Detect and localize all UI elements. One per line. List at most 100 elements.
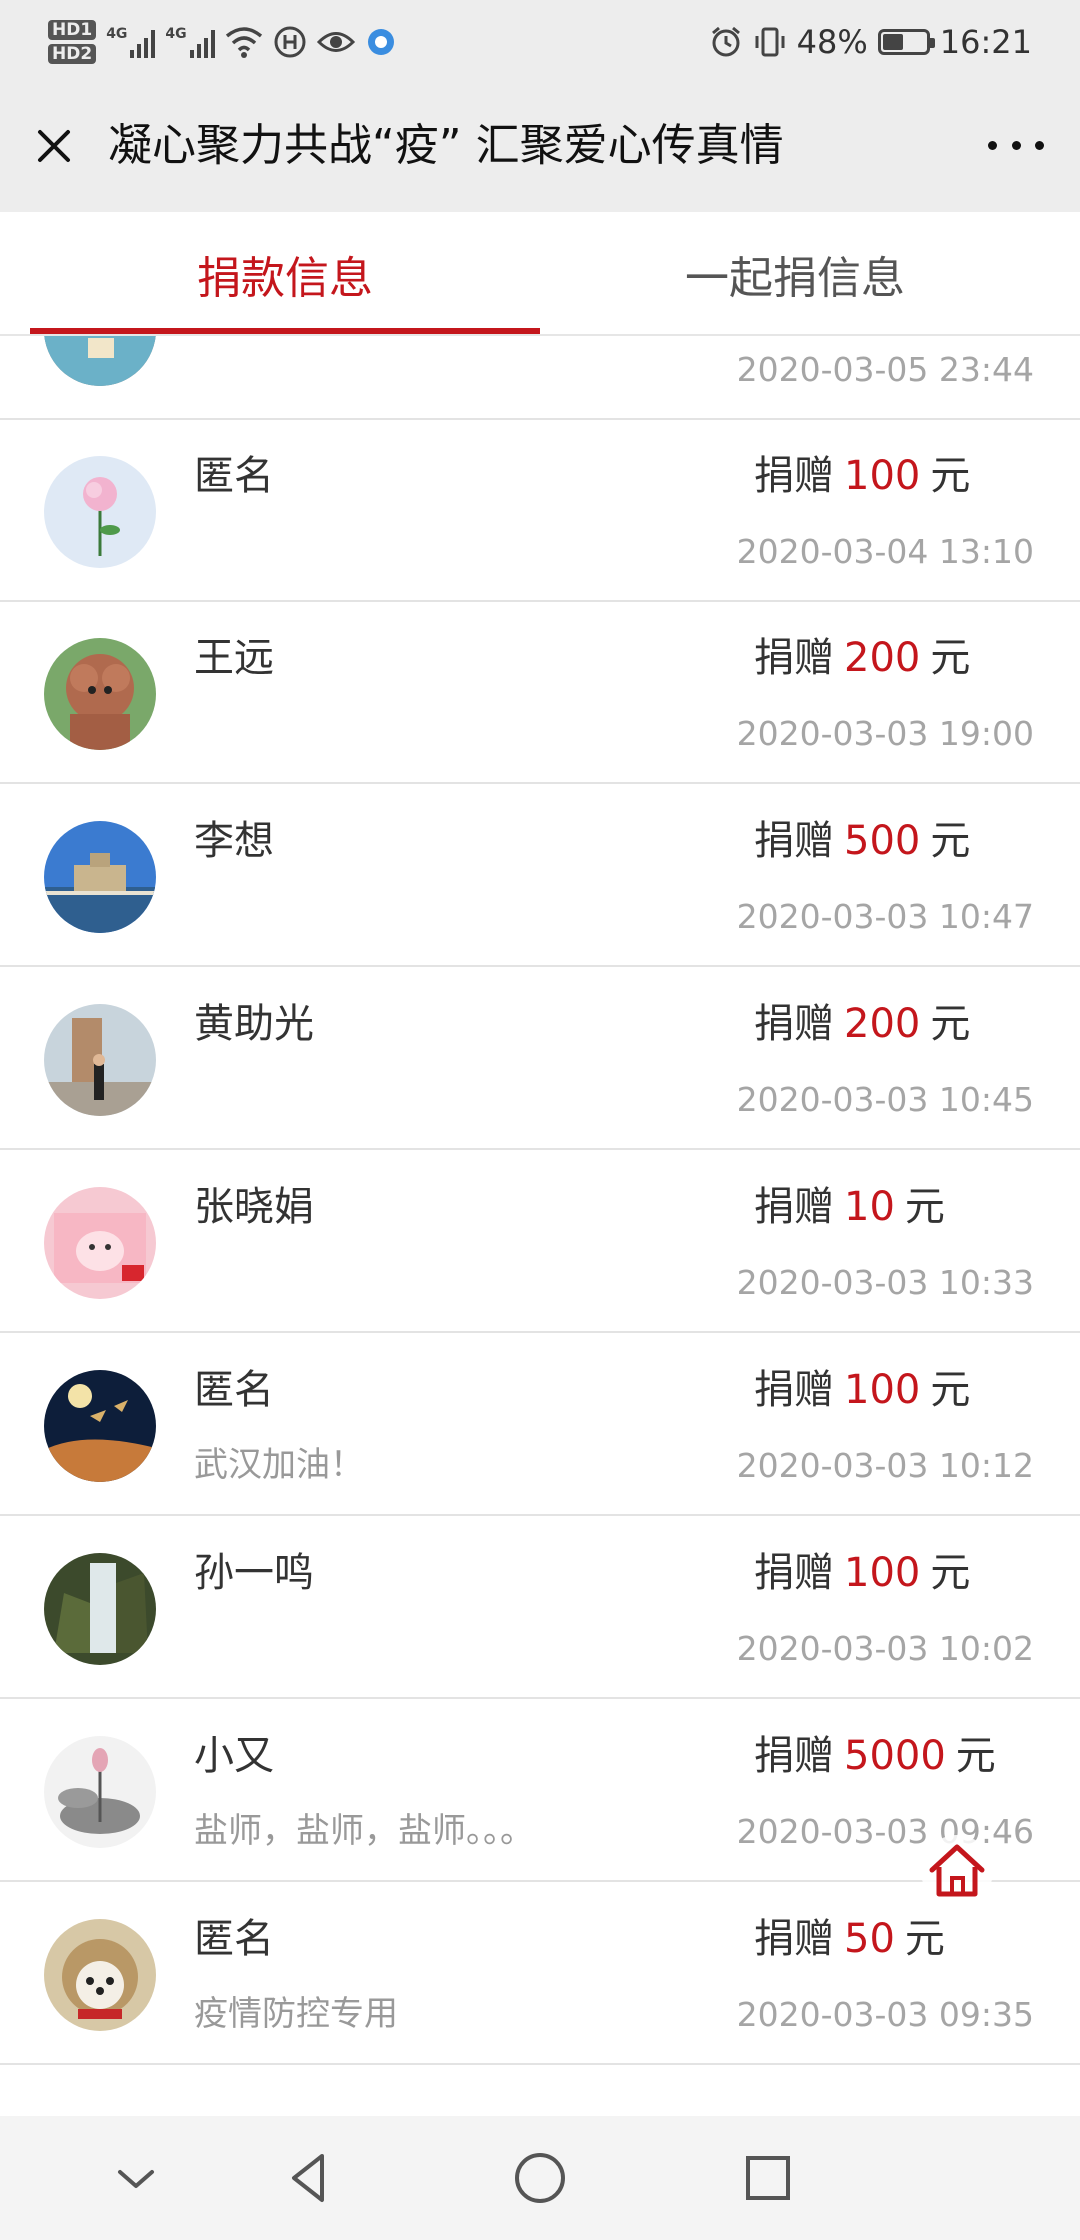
- amount-suffix: 元: [955, 1733, 996, 1779]
- donation-time: 2020-03-03 10:47: [736, 897, 1034, 936]
- amount-value: 500: [844, 818, 921, 864]
- donation-row[interactable]: 王远 捐赠 200 元 2020-03-03 19:00: [0, 602, 1080, 784]
- more-icon-dot: [1011, 140, 1021, 150]
- amount-suffix: 元: [930, 1367, 971, 1413]
- donor-message: 盐师，盐师，盐师。。。: [194, 1811, 534, 1851]
- avatar: [44, 1736, 156, 1848]
- donation-row[interactable]: 孙一鸣 捐赠 100 元 2020-03-03 10:02: [0, 1517, 1080, 1699]
- close-button[interactable]: [26, 118, 82, 174]
- donor-name: 李想: [194, 818, 274, 864]
- donation-row[interactable]: 匿名 捐赠 100 元 2020-03-04 13:10: [0, 420, 1080, 602]
- donation-time: 2020-03-04 13:10: [736, 532, 1034, 571]
- amount-value: 200: [844, 1001, 921, 1047]
- avatar: [44, 456, 156, 568]
- tab-group-donation-info[interactable]: 一起捐信息: [540, 212, 1050, 336]
- status-bar: HD1 HD2 4G 4G 48% 16:21: [0, 0, 1080, 80]
- donation-amount: 捐赠 10 元: [754, 1181, 945, 1233]
- donation-row[interactable]: 黄助光 捐赠 200 元 2020-03-03 10:45: [0, 968, 1080, 1150]
- amount-prefix: 捐赠: [754, 1733, 834, 1779]
- amount-prefix: 捐赠: [754, 1550, 834, 1596]
- more-icon-dot: [1035, 140, 1044, 150]
- donation-amount: 捐赠 500 元: [754, 815, 970, 867]
- donation-time: 2020-03-03 10:33: [736, 1263, 1034, 1302]
- nav-home-button[interactable]: [508, 2146, 572, 2210]
- donor-name: 匿名: [194, 1916, 274, 1962]
- chevron-down-icon: [118, 2170, 154, 2188]
- donor-message: 武汉加油！: [194, 1445, 364, 1485]
- donation-row[interactable]: 匿名武汉加油！ 捐赠 100 元 2020-03-03 10:12: [0, 1334, 1080, 1516]
- system-nav-bar: [0, 2116, 1080, 2240]
- signal-icon: 4G: [106, 26, 156, 58]
- clock: 16:21: [939, 23, 1032, 61]
- title-bar: 凝心聚力共战“疫” 汇聚爱心传真情: [0, 80, 1080, 212]
- nav-recents-button[interactable]: [736, 2146, 800, 2210]
- donation-row[interactable]: 李想 捐赠 500 元 2020-03-03 10:47: [0, 785, 1080, 967]
- donation-row[interactable]: 匿名疫情防控专用 捐赠 50 元 2020-03-03 09:35: [0, 1883, 1080, 2065]
- home-icon: [921, 1835, 993, 1907]
- amount-value: 100: [844, 1367, 921, 1413]
- home-circle-icon: [515, 2153, 565, 2203]
- donation-amount: 捐赠 100 元: [754, 450, 970, 502]
- avatar: [44, 1187, 156, 1299]
- status-right: 48% 16:21: [709, 14, 1032, 70]
- tab-bar: 捐款信息 一起捐信息: [0, 212, 1080, 336]
- amount-value: 100: [844, 453, 921, 499]
- home-button[interactable]: [920, 1834, 994, 1908]
- status-left: HD1 HD2 4G 4G: [48, 14, 397, 70]
- avatar: [44, 1004, 156, 1116]
- donor-name: 匿名: [194, 1367, 274, 1413]
- amount-prefix: 捐赠: [754, 453, 834, 499]
- amount-prefix: 捐赠: [754, 1184, 834, 1230]
- battery-icon: [877, 29, 935, 55]
- donation-time: 2020-03-03 09:35: [736, 1995, 1034, 2034]
- tab-donation-info[interactable]: 捐款信息: [30, 212, 540, 336]
- donation-time: 2020-03-03 10:12: [736, 1446, 1034, 1485]
- signal-icon-2: 4G: [165, 26, 215, 58]
- back-icon: [292, 2154, 324, 2202]
- more-icon-dot: [988, 140, 997, 150]
- amount-value: 100: [844, 1550, 921, 1596]
- page-title: 凝心聚力共战“疫” 汇聚爱心传真情: [108, 120, 784, 171]
- donor-name: 匿名: [194, 453, 274, 499]
- battery-level: [882, 34, 903, 50]
- tab-active-indicator: [30, 328, 540, 334]
- donation-row[interactable]: 张晓娟 捐赠 10 元 2020-03-03 10:33: [0, 1151, 1080, 1333]
- nav-back-button[interactable]: [278, 2146, 342, 2210]
- amount-suffix: 元: [930, 635, 971, 681]
- nav-collapse-button[interactable]: [104, 2146, 168, 2210]
- network-type-label: 4G: [106, 26, 128, 42]
- hd-voice-icon: [274, 26, 306, 58]
- browser-icon: [367, 29, 394, 55]
- donation-row[interactable]: 小又 盐师，盐师，盐师。。。 捐赠 5000 元 2020-03-03 09:46: [0, 1700, 1080, 1882]
- avatar: [44, 336, 156, 386]
- donor-name: 黄助光: [194, 1001, 314, 1047]
- eye-icon: [316, 32, 355, 52]
- amount-suffix: 元: [930, 453, 971, 499]
- amount-prefix: 捐赠: [754, 635, 834, 681]
- donation-row[interactable]: 盖书梅捐赠200元2020-03-05 23:44: [0, 336, 1080, 420]
- donor-name: 孙一鸣: [194, 1550, 314, 1596]
- wifi-icon: [225, 27, 262, 58]
- amount-prefix: 捐赠: [754, 1001, 834, 1047]
- donation-amount: 捐赠 5000 元: [754, 1730, 996, 1782]
- close-icon: [38, 130, 70, 162]
- donor-message: 疫情防控专用: [194, 1994, 398, 2034]
- network-type-label-2: 4G: [165, 26, 187, 42]
- donor-name: 小又: [194, 1733, 274, 1779]
- avatar: [44, 1919, 156, 2031]
- amount-suffix: 元: [904, 1916, 945, 1962]
- amount-suffix: 元: [930, 818, 971, 864]
- alarm-icon: [711, 26, 740, 57]
- donation-time: 2020-03-03 10:45: [736, 1080, 1034, 1119]
- amount-suffix: 元: [904, 1184, 945, 1230]
- donation-amount: 捐赠 100 元: [754, 1547, 970, 1599]
- donation-amount: 捐赠 200 元: [754, 998, 970, 1050]
- avatar: [44, 1553, 156, 1665]
- amount-prefix: 捐赠: [754, 1367, 834, 1413]
- more-button[interactable]: [988, 130, 1044, 160]
- avatar: [44, 638, 156, 750]
- amount-suffix: 元: [930, 1001, 971, 1047]
- donation-list[interactable]: 盖书梅捐赠200元2020-03-05 23:44匿名捐赠100元2020-03…: [0, 336, 1080, 2116]
- donor-name: 张晓娟: [194, 1184, 314, 1230]
- donation-amount: 捐赠 50 元: [754, 1913, 945, 1965]
